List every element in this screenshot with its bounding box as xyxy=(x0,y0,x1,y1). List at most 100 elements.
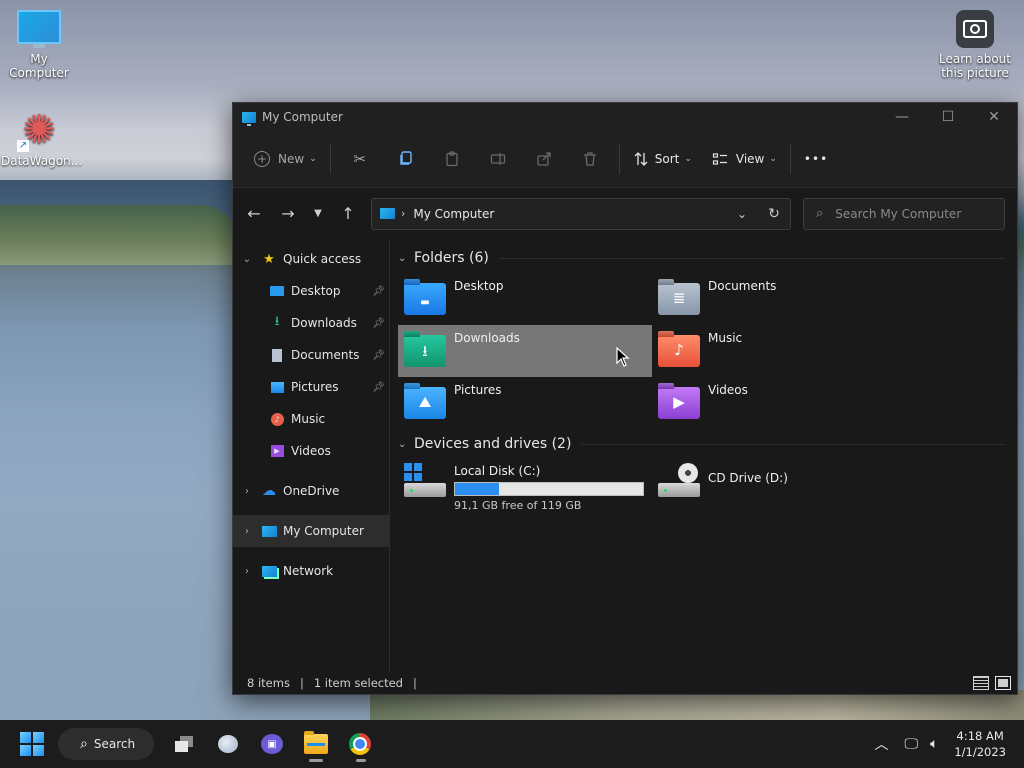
desktop-folder-icon xyxy=(269,283,285,299)
file-explorer-taskbar-button[interactable] xyxy=(296,724,336,764)
sidebar-item-desktop[interactable]: Desktop 📌︎ xyxy=(233,275,389,307)
folder-tile-videos[interactable]: ▶ Videos xyxy=(652,377,906,429)
delete-button[interactable] xyxy=(567,143,613,175)
scissors-icon: ✂ xyxy=(353,150,367,168)
folders-grid: ▬ Desktop ≣ Documents ⭳ Downloads ♪ Musi… xyxy=(398,273,1017,429)
recent-locations-button[interactable]: ▼ xyxy=(305,199,331,229)
chevron-right-icon[interactable]: › xyxy=(233,486,261,497)
sidebar-item-pictures[interactable]: Pictures 📌︎ xyxy=(233,371,389,403)
back-button[interactable]: ← xyxy=(237,199,271,229)
sidebar-item-music[interactable]: ♪ Music xyxy=(233,403,389,435)
cut-button[interactable]: ✂ xyxy=(337,143,383,175)
sidebar-item-network[interactable]: › Network xyxy=(233,555,389,587)
folder-tile-music[interactable]: ♪ Music xyxy=(652,325,906,377)
sidebar-item-onedrive[interactable]: › ☁ OneDrive xyxy=(233,475,389,507)
navigation-pane: ⌄ ★ Quick access Desktop 📌︎ ⭳ Downloads … xyxy=(233,239,390,672)
selection-count: 1 item selected xyxy=(313,676,403,690)
large-icons-view-button[interactable] xyxy=(995,676,1011,690)
more-options-button[interactable]: ••• xyxy=(797,143,835,175)
chevron-down-icon[interactable]: ⌄ xyxy=(233,254,261,265)
sidebar-item-documents[interactable]: Documents 📌︎ xyxy=(233,339,389,371)
hard-drive-icon xyxy=(404,463,448,499)
task-view-button[interactable] xyxy=(164,724,204,764)
chevron-down-icon: ⌄ xyxy=(398,438,407,450)
maximize-button[interactable]: ☐ xyxy=(925,103,971,131)
pin-icon: 📌︎ xyxy=(372,285,385,297)
sidebar-item-label: My Computer xyxy=(283,524,364,538)
folder-tile-desktop[interactable]: ▬ Desktop xyxy=(398,273,652,325)
folders-group-header[interactable]: ⌄ Folders (6) xyxy=(398,243,1017,273)
taskbar-search-label: Search xyxy=(93,737,136,751)
sidebar-item-label: Music xyxy=(291,412,326,426)
sort-button[interactable]: Sort ⌄ xyxy=(626,143,699,175)
folder-tile-pictures[interactable]: ⛰ Pictures xyxy=(398,377,652,429)
drives-group-header[interactable]: ⌄ Devices and drives (2) xyxy=(398,429,1017,459)
sidebar-item-label: Quick access xyxy=(283,252,362,266)
download-icon: ⭳ xyxy=(274,314,280,329)
address-bar[interactable]: › My Computer ⌄ ↻ xyxy=(371,197,791,230)
network-icon[interactable]: 🖵︎ xyxy=(904,736,918,752)
folder-name: Pictures xyxy=(454,383,502,397)
new-button[interactable]: + New ⌄ xyxy=(247,143,324,175)
view-label: View xyxy=(735,152,765,166)
search-input[interactable] xyxy=(833,205,988,222)
paste-button[interactable] xyxy=(429,143,475,175)
videos-icon: ▶ xyxy=(269,443,285,459)
chrome-icon xyxy=(349,733,371,755)
drive-tile-local-disk[interactable]: Local Disk (C:) 91,1 GB free of 119 GB xyxy=(398,459,652,515)
title-bar[interactable]: My Computer — ☐ ✕ xyxy=(233,103,1017,131)
breadcrumb[interactable]: My Computer xyxy=(413,207,726,221)
chevron-right-icon[interactable]: › xyxy=(233,526,261,537)
up-button[interactable]: ↑ xyxy=(331,199,365,229)
separator xyxy=(329,144,331,174)
share-button[interactable] xyxy=(521,143,567,175)
gear-icon: ✺ ↗ xyxy=(17,107,56,153)
drive-free-space: 91,1 GB free of 119 GB xyxy=(454,499,582,512)
chrome-taskbar-button[interactable] xyxy=(340,724,380,764)
sidebar-item-label: Network xyxy=(283,564,334,578)
forward-button[interactable]: → xyxy=(271,199,305,229)
close-button[interactable]: ✕ xyxy=(971,103,1017,131)
pin-icon: 📌︎ xyxy=(372,381,385,393)
learn-about-picture[interactable]: Learn about this picture xyxy=(936,10,1014,80)
chat-button[interactable]: ▣ xyxy=(252,724,292,764)
sort-label: Sort xyxy=(654,152,680,166)
search-box[interactable]: ⌕ xyxy=(803,197,1005,230)
folder-tile-documents[interactable]: ≣ Documents xyxy=(652,273,906,325)
start-button[interactable] xyxy=(20,732,44,756)
copy-button[interactable] xyxy=(383,143,429,175)
clock[interactable]: 4:18 AM 1/1/2023 xyxy=(954,728,1006,760)
show-hidden-icons-button[interactable]: ︿ xyxy=(874,734,888,754)
desktop-icon-datawagon[interactable]: ✺ ↗ DataWagon... xyxy=(1,107,82,168)
sidebar-item-quick-access[interactable]: ⌄ ★ Quick access xyxy=(233,243,389,275)
chevron-down-icon: ⌄ xyxy=(309,154,317,164)
refresh-button[interactable]: ↻ xyxy=(758,206,790,222)
network-icon xyxy=(261,563,277,579)
view-button[interactable]: View ⌄ xyxy=(705,143,784,175)
items-count: 8 items xyxy=(247,676,290,690)
pin-icon: 📌︎ xyxy=(372,317,385,329)
minimize-button[interactable]: — xyxy=(879,103,925,131)
address-dropdown-button[interactable]: ⌄ xyxy=(726,207,758,221)
music-icon: ♪ xyxy=(269,411,285,427)
running-indicator xyxy=(356,759,366,762)
chevron-right-icon[interactable]: › xyxy=(233,566,261,577)
computer-icon xyxy=(242,111,256,126)
folder-tile-downloads[interactable]: ⭳ Downloads xyxy=(398,325,652,377)
volume-icon[interactable]: 🔈︎ xyxy=(930,736,938,752)
sidebar-item-my-computer[interactable]: › My Computer xyxy=(233,515,389,547)
separator: | xyxy=(412,676,417,690)
chevron-down-icon: ⌄ xyxy=(398,252,407,264)
details-view-button[interactable] xyxy=(973,676,989,690)
sidebar-item-label: Pictures xyxy=(291,380,339,394)
separator: | xyxy=(299,676,304,690)
pin-icon: 📌︎ xyxy=(372,349,385,361)
rename-button[interactable] xyxy=(475,143,521,175)
drive-tile-cd-drive[interactable]: CD Drive (D:) xyxy=(652,459,906,515)
taskbar-search-button[interactable]: ⌕ Search xyxy=(58,728,154,760)
desktop-icon-my-computer[interactable]: My Computer xyxy=(1,10,77,80)
sidebar-item-videos[interactable]: ▶ Videos xyxy=(233,435,389,467)
chevron-down-icon: ⌄ xyxy=(769,154,777,164)
widgets-button[interactable] xyxy=(208,724,248,764)
sidebar-item-downloads[interactable]: ⭳ Downloads 📌︎ xyxy=(233,307,389,339)
